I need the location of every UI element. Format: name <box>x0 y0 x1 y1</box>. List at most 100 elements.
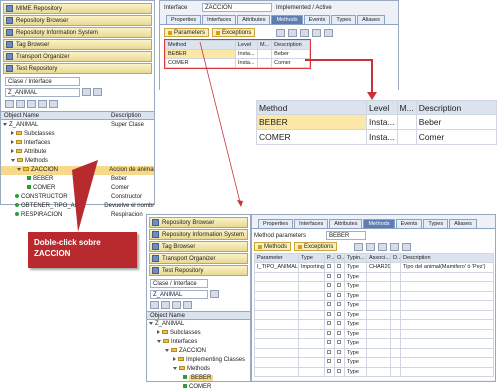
toolbar-icon-2[interactable] <box>366 242 376 251</box>
menu-item[interactable]: Test Repository <box>149 265 248 276</box>
checkbox[interactable] <box>337 273 341 278</box>
zoom-cell-method[interactable]: BEBER <box>256 114 367 130</box>
checkbox[interactable] <box>337 349 341 354</box>
tree-node[interactable]: Implementing Classes <box>147 356 250 365</box>
parameters-button[interactable]: Parameters <box>164 28 210 37</box>
param-cell-p[interactable] <box>324 300 335 311</box>
checkbox[interactable] <box>327 359 331 364</box>
param-cell-o[interactable] <box>334 271 345 282</box>
tree-node[interactable]: CONSTRUCTOR Constructor <box>1 193 154 202</box>
toolbar-icon-2[interactable] <box>288 28 298 37</box>
checkbox[interactable] <box>337 302 341 307</box>
methods-button[interactable]: Methods <box>254 242 292 251</box>
table-row[interactable]: Type <box>254 319 494 330</box>
param-cell-p[interactable] <box>324 319 335 330</box>
table-row[interactable]: Type <box>254 300 494 311</box>
expand-arrow-icon[interactable] <box>11 159 15 162</box>
tree-node[interactable]: OBTENER_TIPO_ANIM Devuelve el nombre <box>1 202 154 211</box>
checkbox[interactable] <box>337 368 341 373</box>
forward-icon[interactable] <box>16 100 25 108</box>
tree-node[interactable]: Z_ANIMAL Super Clase <box>1 121 154 130</box>
param-cell-o[interactable] <box>334 300 345 311</box>
param-cell-typing[interactable]: Type <box>344 309 367 320</box>
menu-item[interactable]: Tag Browser <box>149 241 248 252</box>
collapse-arrow-icon[interactable] <box>11 131 14 135</box>
param-cell-o[interactable] <box>334 328 345 339</box>
checkbox[interactable] <box>327 368 331 373</box>
up-icon[interactable] <box>172 301 181 309</box>
param-cell-o[interactable] <box>334 262 345 273</box>
param-cell-typing[interactable]: Type <box>344 319 367 330</box>
exceptions-button-bottom[interactable]: Exceptions <box>294 242 338 251</box>
method-params-field[interactable]: BEBER <box>326 231 366 240</box>
tree-icon[interactable] <box>38 100 47 108</box>
table-row[interactable]: BEBER Insta... Beber <box>256 114 498 130</box>
menu-item[interactable]: Transport Organizer <box>149 253 248 264</box>
table-row[interactable]: Type <box>254 309 494 320</box>
collapse-arrow-icon[interactable] <box>11 149 14 153</box>
collapse-arrow-icon[interactable] <box>11 140 14 144</box>
checkbox[interactable] <box>327 292 331 297</box>
param-cell-typing[interactable]: Type <box>344 338 367 349</box>
table-row[interactable]: Type <box>254 281 494 292</box>
object-name-input[interactable]: Z_ANIMAL <box>5 88 80 97</box>
tree-node[interactable]: COMER <box>147 383 250 392</box>
checkbox[interactable] <box>337 264 341 269</box>
tree-node[interactable]: RESPIRACION Respiracion <box>1 211 154 220</box>
tree-node[interactable]: Z_ANIMAL <box>147 320 250 329</box>
expand-arrow-icon[interactable] <box>149 322 153 325</box>
param-cell-p[interactable] <box>324 309 335 320</box>
param-cell-typing[interactable]: Type <box>344 357 367 368</box>
tree-node[interactable]: BEBER Beber <box>1 175 154 184</box>
tree-node[interactable]: BEBER <box>147 374 250 383</box>
param-cell-o[interactable] <box>334 338 345 349</box>
cell-method[interactable]: BEBER <box>165 49 236 59</box>
param-cell-p[interactable] <box>324 290 335 301</box>
param-cell-p[interactable] <box>324 338 335 349</box>
param-cell-typing[interactable]: Type <box>344 347 367 358</box>
object-type-select[interactable]: Clase / Interface <box>5 77 80 86</box>
expand-arrow-icon[interactable] <box>157 340 161 343</box>
tab-attributes[interactable]: Attributes <box>237 15 271 24</box>
expand-arrow-icon[interactable] <box>17 168 21 171</box>
tree-node[interactable]: COMER Comer <box>1 184 154 193</box>
checkbox[interactable] <box>327 349 331 354</box>
object-name-input-bottom[interactable]: Z_ANIMAL <box>150 290 208 299</box>
checkbox[interactable] <box>327 273 331 278</box>
checkbox[interactable] <box>337 340 341 345</box>
forward-icon[interactable] <box>161 301 170 309</box>
param-cell-o[interactable] <box>334 281 345 292</box>
tab-aliases[interactable]: Aliases <box>357 15 385 24</box>
param-cell-p[interactable] <box>324 281 335 292</box>
glasses-icon[interactable] <box>93 88 102 96</box>
param-cell-o[interactable] <box>334 347 345 358</box>
tab-methods[interactable]: Methods <box>271 15 303 24</box>
toolbar-icon-5[interactable] <box>402 242 412 251</box>
tab-events[interactable]: Events <box>303 15 331 24</box>
param-cell-o[interactable] <box>334 319 345 330</box>
checkbox[interactable] <box>327 340 331 345</box>
menu-item[interactable]: Repository Browser <box>149 217 248 228</box>
checkbox[interactable] <box>337 359 341 364</box>
tab-events[interactable]: Events <box>395 219 423 228</box>
table-row[interactable]: Type <box>254 338 494 349</box>
checkbox[interactable] <box>337 311 341 316</box>
param-cell-typing[interactable]: Type <box>344 281 367 292</box>
tree-node[interactable]: Methods <box>147 365 250 374</box>
table-row[interactable]: I_TIPO_ANIMAL Importing Type CHAR20 Tipo del… <box>254 262 494 273</box>
toolbar-icon-3[interactable] <box>300 28 310 37</box>
param-cell-typing[interactable]: Type <box>344 328 367 339</box>
exceptions-button[interactable]: Exceptions <box>212 28 256 37</box>
param-cell-p[interactable] <box>324 357 335 368</box>
toolbar-icon-1[interactable] <box>276 28 286 37</box>
back-icon[interactable] <box>5 100 14 108</box>
menu-item[interactable]: Transport Organizer <box>3 51 152 62</box>
tree-node[interactable]: Interfaces <box>147 338 250 347</box>
menu-item[interactable]: Repository Information System <box>149 229 248 240</box>
tree-node[interactable]: Methods <box>1 157 154 166</box>
table-row[interactable]: BEBER Insta... Beber <box>165 49 310 59</box>
menu-item[interactable]: Repository Information System <box>3 27 152 38</box>
table-row[interactable]: Type <box>254 366 494 377</box>
toolbar-icon-3[interactable] <box>378 242 388 251</box>
checkbox[interactable] <box>327 330 331 335</box>
